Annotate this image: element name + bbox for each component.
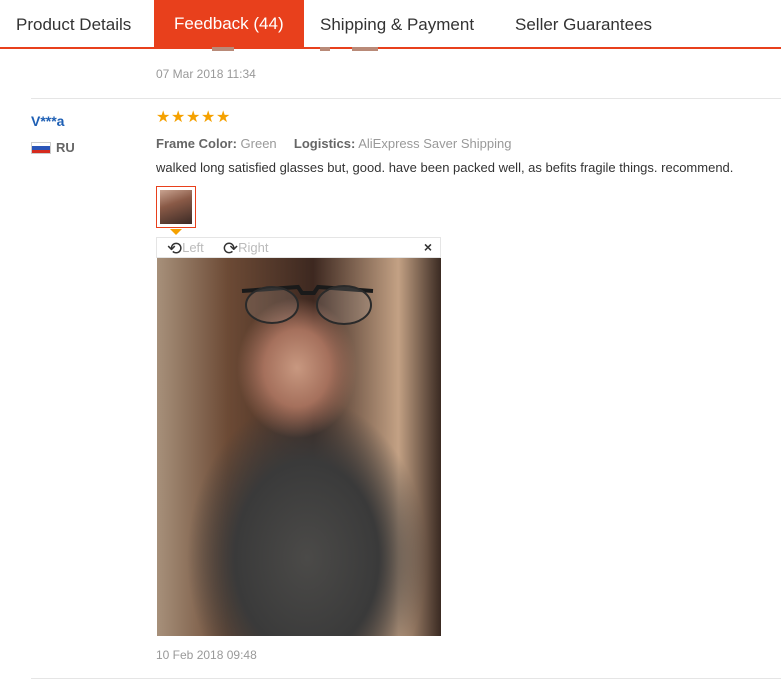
product-tabs: Product Details Feedback (44) Shipping &… (0, 0, 781, 49)
attribute-label: Logistics: (293, 136, 356, 151)
attribute-label: Frame Color: (156, 136, 237, 151)
rotate-left-button[interactable]: ⟲Left (167, 238, 204, 259)
close-icon[interactable]: × (424, 239, 432, 255)
attribute-value: Green (240, 136, 277, 151)
photo-viewer-toolbar: ⟲Left ⟳Right × (156, 237, 441, 259)
tab-seller-guarantees[interactable]: Seller Guarantees (515, 0, 652, 47)
previous-photo-remnant (320, 47, 330, 51)
reviewer-name: V***a (31, 113, 65, 129)
glasses-illustration (241, 284, 374, 325)
star-icon: ★ (156, 109, 171, 126)
thumbnail-image (160, 190, 192, 224)
review-divider (31, 678, 781, 679)
star-icon: ★ (216, 109, 231, 126)
star-icon: ★ (186, 109, 201, 126)
rotate-right-label: Right (238, 240, 269, 255)
russia-flag-icon (31, 142, 51, 154)
previous-photo-remnant (212, 47, 234, 51)
rotate-left-icon: ⟲ (167, 238, 183, 259)
tab-shipping-payment[interactable]: Shipping & Payment (320, 0, 474, 47)
thumbnail-pointer (170, 229, 182, 235)
attribute-value: AliExpress Saver Shipping (358, 136, 512, 151)
previous-review-date: 07 Mar 2018 11:34 (156, 67, 256, 81)
star-rating: ★ ★ ★ ★ ★ (156, 109, 231, 126)
review-photo-thumbnail[interactable] (156, 186, 196, 228)
star-icon: ★ (171, 109, 186, 126)
review-attributes: Frame Color: Green Logistics: AliExpress… (156, 136, 511, 151)
rotate-left-label: Left (182, 240, 204, 255)
rotate-right-button[interactable]: ⟳Right (223, 238, 269, 259)
review-text: walked long satisfied glasses but, good.… (156, 160, 734, 175)
rotate-right-icon: ⟳ (223, 238, 239, 259)
reviewer-country: RU (56, 140, 75, 155)
review-date: 10 Feb 2018 09:48 (156, 648, 257, 662)
tab-product-details[interactable]: Product Details (16, 0, 131, 47)
previous-photo-remnant (352, 47, 378, 51)
review-divider (31, 98, 781, 99)
tab-feedback[interactable]: Feedback (44) (154, 0, 304, 47)
star-icon: ★ (201, 109, 216, 126)
